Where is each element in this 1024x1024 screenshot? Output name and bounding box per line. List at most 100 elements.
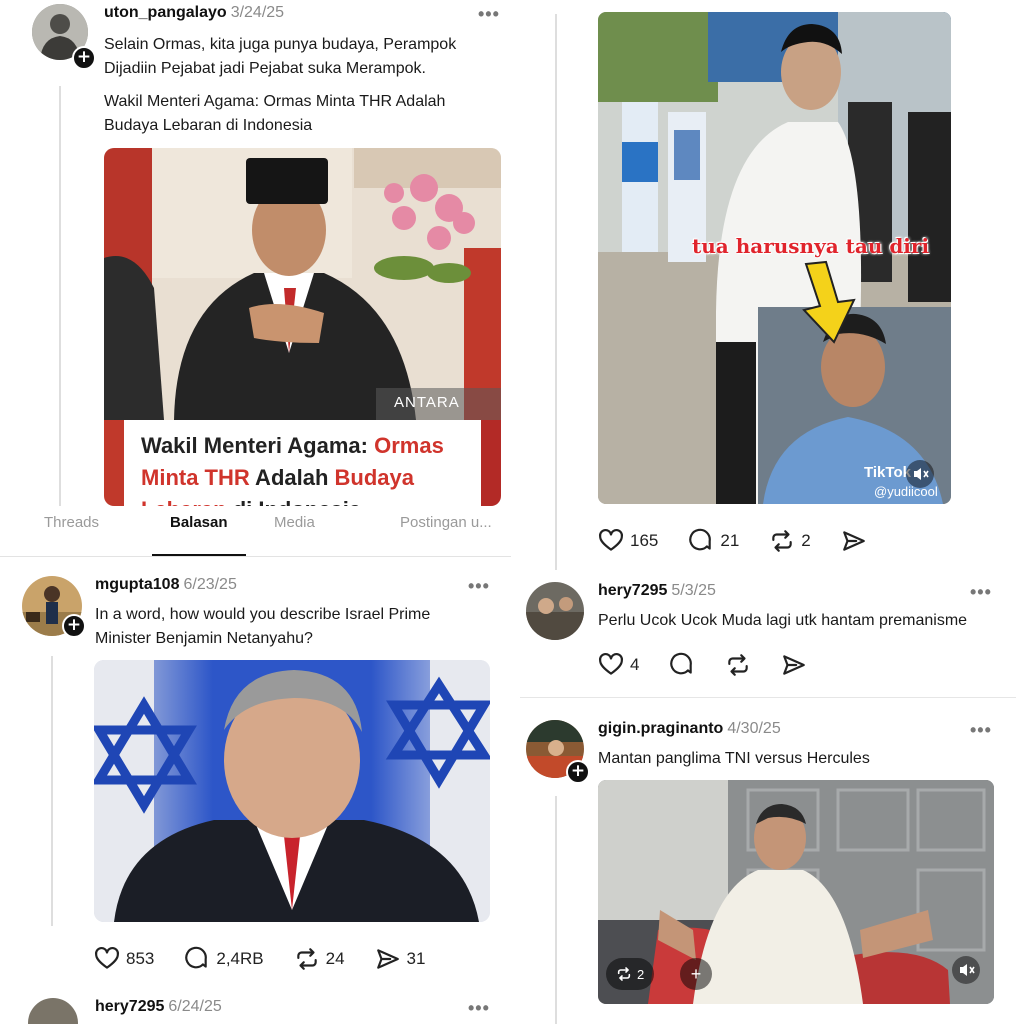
headline-part-red: Minta THR [141, 465, 250, 490]
like-button[interactable]: 4 [598, 652, 639, 678]
post-author[interactable]: mgupta108 6/23/25 [95, 576, 237, 594]
post-text-line-1: Selain Ormas, kita juga punya budaya, Pe… [104, 36, 457, 53]
post-text: Mantan panglima TNI versus Hercules [598, 750, 870, 767]
tiktok-logo: TikTok [864, 464, 911, 481]
username[interactable]: mgupta108 [95, 576, 179, 593]
video-player[interactable]: 2 + [598, 780, 994, 1004]
like-button[interactable]: 853 [94, 946, 154, 972]
post-author[interactable]: uton_pangalayo 3/24/25 [104, 4, 284, 22]
post-text: Perlu Ucok Ucok Muda lagi utk hantam pre… [598, 612, 968, 629]
username[interactable]: gigin.praginanto [598, 720, 723, 737]
post-date: 5/3/25 [671, 582, 716, 599]
tab-threads[interactable]: Threads [44, 514, 99, 531]
more-options-icon[interactable]: ••• [468, 998, 490, 1019]
post-date: 6/23/25 [183, 576, 237, 593]
headline-accent-right [481, 420, 501, 506]
post-text-line-2: Dijadiin Pejabat jadi Pejabat suka Meram… [104, 60, 426, 77]
post-author[interactable]: gigin.praginanto 4/30/25 [598, 720, 781, 738]
headline-part: di Indonesia [227, 497, 361, 506]
heart-icon [95, 946, 119, 969]
card-headline-line-3: Lebaran di Indonesia [141, 494, 361, 506]
share-button[interactable] [781, 652, 807, 678]
avatar-image [526, 582, 584, 640]
headline-part: Wakil Menteri Agama: [141, 433, 375, 458]
tabs-divider [0, 556, 512, 557]
profile-tabs: Threads Balasan Media Postingan u... [0, 506, 512, 558]
more-options-icon[interactable]: ••• [970, 582, 992, 603]
post-actions: 853 2,4RB 24 31 [94, 946, 455, 972]
username[interactable]: hery7295 [598, 582, 667, 599]
post-text-line-2: Minister Benjamin Netanyahu? [95, 630, 313, 647]
news-card-image[interactable]: ANTARA Wakil Menteri Agama: Ormas Minta … [104, 148, 501, 506]
video-caption-overlay: tua harusnya tau diri [692, 234, 930, 258]
headline-accent [104, 420, 124, 506]
add-icon[interactable]: + [680, 958, 712, 990]
send-icon [376, 949, 399, 969]
follow-plus-icon[interactable]: + [72, 46, 96, 70]
video-player[interactable]: tua harusnya tau diri TikTok @yudiicool [598, 12, 951, 504]
news-photo [104, 148, 501, 420]
post-image[interactable] [94, 660, 490, 922]
reply-count: 21 [720, 531, 740, 550]
post-pane-video: tua harusnya tau diri TikTok @yudiicool … [512, 0, 1024, 570]
headline-part-red: Lebaran [141, 497, 227, 506]
thread-line [51, 656, 53, 926]
card-headline-line-2: Minta THR Adalah Budaya [141, 462, 414, 494]
quote-text-line-1: Wakil Menteri Agama: Ormas Minta THR Ada… [104, 93, 446, 110]
volume-icon[interactable] [952, 956, 980, 984]
post-date: 3/24/25 [230, 4, 285, 21]
post-author[interactable]: hery7295 5/3/25 [598, 582, 716, 600]
avatar[interactable] [526, 582, 584, 640]
repost-icon [296, 948, 317, 970]
post-text-line-1: In a word, how would you describe Israel… [95, 606, 431, 623]
repost-button[interactable] [725, 652, 751, 678]
volume-glyph [960, 964, 975, 976]
repost-chip[interactable]: 2 [606, 958, 655, 990]
post-divider [520, 697, 1016, 698]
username[interactable]: uton_pangalayo [104, 4, 227, 21]
comment-icon [689, 528, 712, 551]
tab-reposts[interactable]: Postingan u... [400, 514, 492, 531]
more-options-icon[interactable]: ••• [468, 576, 490, 597]
tab-media[interactable]: Media [274, 514, 315, 531]
post-author[interactable]: hery7295 6/24/25 [95, 998, 222, 1016]
collage-gutter [511, 0, 513, 1024]
post-date: 6/24/25 [168, 998, 222, 1015]
more-options-icon[interactable]: ••• [970, 720, 992, 741]
post-pane-hery-gigin: hery7295 5/3/25 ••• Perlu Ucok Ucok Muda … [512, 570, 1024, 1024]
share-count: 31 [406, 949, 426, 968]
share-button[interactable] [841, 528, 867, 554]
send-icon [783, 655, 806, 675]
like-count: 165 [630, 531, 659, 550]
repost-count: 24 [325, 949, 345, 968]
reply-button[interactable]: 2,4RB [184, 946, 264, 972]
tab-replies[interactable]: Balasan [170, 514, 228, 531]
more-options-icon[interactable]: ••• [478, 4, 500, 25]
repost-count: 2 [801, 531, 811, 550]
repost-icon [617, 967, 631, 981]
reply-button[interactable]: 21 [688, 528, 739, 554]
comment-icon [670, 652, 693, 675]
video-frame [598, 780, 994, 1004]
headline-part: Adalah [249, 465, 335, 490]
like-count: 853 [126, 949, 155, 968]
reply-button[interactable] [669, 652, 695, 678]
comment-icon [185, 946, 208, 969]
follow-plus-icon[interactable]: + [62, 614, 86, 638]
repost-icon [772, 530, 793, 552]
volume-icon[interactable] [906, 460, 934, 488]
follow-plus-icon[interactable]: + [566, 760, 590, 784]
repost-button[interactable]: 24 [294, 946, 345, 972]
repost-button[interactable]: 2 [769, 528, 811, 554]
heart-icon [599, 528, 623, 551]
username[interactable]: hery7295 [95, 998, 164, 1015]
send-icon [842, 531, 865, 551]
headline-part-red: Ormas [374, 433, 444, 458]
like-count: 4 [630, 655, 640, 674]
share-button[interactable]: 31 [375, 946, 426, 972]
thread-line [555, 14, 557, 570]
headline-part-red: Budaya [334, 465, 415, 490]
card-headline-line-1: Wakil Menteri Agama: Ormas [141, 430, 444, 462]
like-button[interactable]: 165 [598, 528, 658, 554]
video-frame [598, 12, 951, 504]
